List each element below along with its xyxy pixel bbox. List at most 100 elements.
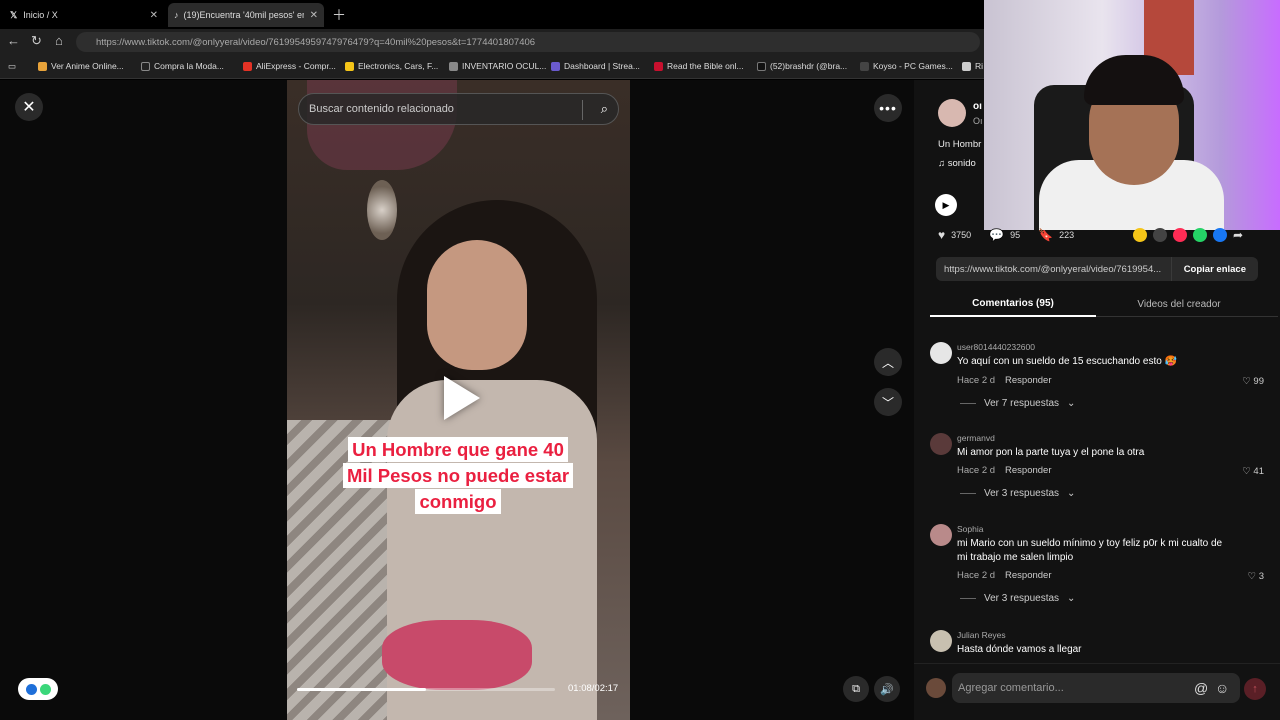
heart-outline-icon: ♡ xyxy=(1247,571,1257,582)
comment-item: user8014440232600 Yo aquí con un sueldo … xyxy=(930,342,1270,418)
share-friends-icon[interactable] xyxy=(1133,228,1147,242)
save-button[interactable]: 🔖 223 xyxy=(1038,228,1074,242)
close-icon: ✕ xyxy=(22,99,36,116)
bookmark-label: INVENTARIO OCUL... xyxy=(462,61,547,71)
volume-button[interactable]: 🔊 xyxy=(874,676,900,702)
comment-count: 95 xyxy=(1010,230,1021,240)
bookmark-item[interactable]: AliExpress - Compr... xyxy=(243,61,336,71)
comment-like-count: 99 xyxy=(1253,376,1264,387)
bookmark-label: Electronics, Cars, F... xyxy=(358,61,439,71)
bookmark-item[interactable]: Compra la Moda... xyxy=(141,61,224,71)
commenter-name[interactable]: user8014440232600 xyxy=(957,342,1035,352)
bookmark-item[interactable]: Electronics, Cars, F... xyxy=(345,61,438,71)
comment-like-button[interactable]: ♡ 3 xyxy=(1248,571,1264,582)
url-domain: https://www.tiktok.com xyxy=(96,36,190,48)
copy-link-button[interactable]: Copiar enlace xyxy=(1170,257,1258,281)
video-progress-bar[interactable] xyxy=(297,688,555,691)
bookmark-label: Compra la Moda... xyxy=(154,61,224,71)
author-name[interactable]: oı xyxy=(973,101,982,112)
extension-button[interactable] xyxy=(18,678,58,700)
author-avatar[interactable] xyxy=(938,99,966,127)
commenter-name[interactable]: Julian Reyes xyxy=(957,630,1006,640)
url-path: /@onlyyeral/video/7619954959747976479?q=… xyxy=(189,36,536,48)
comment-button[interactable]: 💬 95 xyxy=(989,228,1020,242)
video-link-text: https://www.tiktok.com/@onlyyeral/video/… xyxy=(944,263,1162,275)
extension-icon xyxy=(39,683,51,695)
url-input[interactable]: https://www.tiktok.com/@onlyyeral/video/… xyxy=(76,32,980,52)
bookmark-favicon xyxy=(449,61,458,71)
embed-icon[interactable] xyxy=(1153,228,1167,242)
commenter-avatar[interactable] xyxy=(930,342,952,364)
commenter-name[interactable]: germanvd xyxy=(957,433,995,443)
bookmark-item[interactable]: Koyso - PC Games... xyxy=(860,61,953,71)
next-video-button[interactable]: ﹀ xyxy=(874,388,902,416)
more-options-button[interactable]: ••• xyxy=(874,94,902,122)
mention-icon[interactable]: @ xyxy=(1194,680,1208,696)
floating-player-button[interactable]: ⧉ xyxy=(843,676,869,702)
view-replies-label: Ver 7 respuestas xyxy=(984,398,1060,409)
heart-outline-icon: ♡ xyxy=(1242,376,1251,387)
video-background xyxy=(367,180,397,240)
browser-tab-x[interactable]: 𝕏 Inicio / X ✕ xyxy=(4,3,164,27)
commenter-avatar[interactable] xyxy=(930,433,952,455)
bookmark-label: Ver Anime Online... xyxy=(51,61,124,71)
search-icon[interactable]: ⌕ xyxy=(601,101,608,117)
view-replies-button[interactable]: Ver 3 respuestas ⌄ xyxy=(960,593,1075,604)
whatsapp-icon[interactable] xyxy=(1193,228,1207,242)
bookmark-item[interactable]: Dashboard | Strea... xyxy=(551,61,640,71)
sound-link[interactable]: ♫ sonido xyxy=(938,158,976,169)
browser-tab-tiktok[interactable]: ♪ (19)Encuentra '40mil pesos' en Tik ✕ xyxy=(168,3,324,27)
new-tab-icon[interactable]: ＋ xyxy=(332,5,346,25)
reply-button[interactable]: Responder xyxy=(1005,465,1051,476)
play-icon[interactable] xyxy=(444,376,480,420)
comment-item: Julian Reyes Hasta dónde vamos a llegar xyxy=(930,630,1270,662)
send-icon[interactable] xyxy=(1173,228,1187,242)
view-replies-button[interactable]: Ver 7 respuestas ⌄ xyxy=(960,398,1075,409)
tab-creator-videos[interactable]: Videos del creador xyxy=(1096,291,1262,317)
commenter-avatar[interactable] xyxy=(930,630,952,652)
chevron-up-icon: ︿ xyxy=(881,355,894,370)
play-sound-button[interactable]: ▶ xyxy=(935,194,957,216)
heart-outline-icon: ♡ xyxy=(1242,466,1251,477)
comment-like-button[interactable]: ♡ 41 xyxy=(1242,466,1264,477)
related-search-input[interactable]: Buscar contenido relacionado ⌕ xyxy=(298,93,619,125)
bookmark-item[interactable]: INVENTARIO OCUL... xyxy=(449,61,546,71)
bookmark-label: (52)brashdr (@bra... xyxy=(770,61,848,71)
save-count: 223 xyxy=(1059,230,1075,240)
close-tab-icon[interactable]: ✕ xyxy=(310,10,318,21)
volume-icon: 🔊 xyxy=(880,683,894,696)
video-background xyxy=(382,620,532,690)
bookmarks-menu-icon[interactable]: ▭ xyxy=(8,61,16,72)
reload-icon[interactable]: ↻ xyxy=(31,33,42,49)
like-button[interactable]: ♥ 3750 xyxy=(938,228,971,242)
commenter-avatar[interactable] xyxy=(930,524,952,546)
facebook-icon[interactable] xyxy=(1213,228,1227,242)
previous-video-button[interactable]: ︿ xyxy=(874,348,902,376)
reply-button[interactable]: Responder xyxy=(1005,375,1051,386)
share-icon[interactable]: ➦ xyxy=(1233,228,1243,242)
view-replies-button[interactable]: Ver 3 respuestas ⌄ xyxy=(960,488,1075,499)
video-person xyxy=(427,240,527,370)
reply-button[interactable]: Responder xyxy=(1005,570,1051,581)
sound-label: sonido xyxy=(947,158,976,169)
bookmark-favicon xyxy=(962,61,971,71)
home-icon[interactable]: ⌂ xyxy=(55,33,63,48)
bookmark-item[interactable]: Ri xyxy=(962,61,983,71)
tab-comments[interactable]: Comentarios (95) xyxy=(930,291,1096,317)
back-icon[interactable]: ← xyxy=(7,33,20,48)
comment-like-button[interactable]: ♡ 99 xyxy=(1242,376,1264,387)
close-button[interactable]: ✕ xyxy=(15,93,43,121)
bookmark-item[interactable]: Ver Anime Online... xyxy=(38,61,124,71)
close-tab-icon[interactable]: ✕ xyxy=(150,10,158,21)
tab-label: Inicio / X xyxy=(23,10,58,20)
divider xyxy=(960,598,976,599)
bookmark-item[interactable]: (52)brashdr (@bra... xyxy=(757,61,847,71)
emoji-icon[interactable]: ☺ xyxy=(1215,680,1229,696)
video-link-field[interactable]: https://www.tiktok.com/@onlyyeral/video/… xyxy=(936,257,1258,281)
bookmark-item[interactable]: Read the Bible onl... xyxy=(654,61,744,71)
send-comment-button[interactable]: ↑ xyxy=(1244,678,1266,700)
panel-tabs: Comentarios (95) Videos del creador xyxy=(930,291,1278,317)
share-buttons: ➦ xyxy=(1133,228,1243,242)
commenter-name[interactable]: Sophia xyxy=(957,524,983,534)
author-subtitle: Oı xyxy=(973,116,983,126)
